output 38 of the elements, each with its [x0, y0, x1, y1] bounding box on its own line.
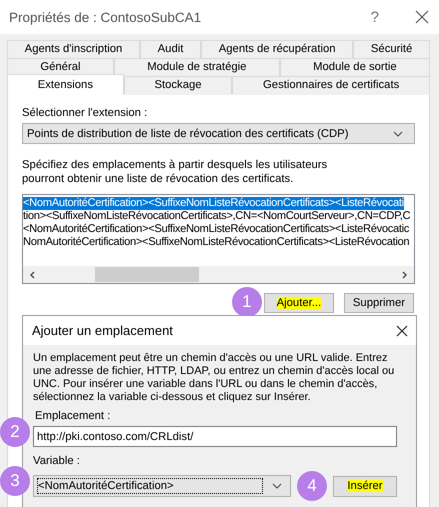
number-badge: 2	[0, 417, 30, 447]
tab[interactable]: Agents d'inscription	[7, 40, 140, 58]
window-title: Propriétés de : ContosoSubCA1	[9, 10, 202, 24]
insert-button[interactable]: Insérer	[333, 476, 397, 496]
description-text: Spécifiez des emplacements à partir desquels les utilisateurs pourront obtenir une liste de révocation des certificats.	[22, 158, 328, 186]
tab[interactable]: Stockage	[124, 76, 232, 94]
number-badge: 1	[232, 287, 262, 317]
list-item[interactable]: NomAutoritéCertification><SuffixeNomListeRévocationCertificats><ListeRévocation	[23, 236, 410, 249]
list-item[interactable]: tion><SuffixeNomListeRévocationCertificats>,CN=<NomCourtServeur>,CN=CDP,C	[23, 210, 410, 223]
list-item[interactable]: <NomAutoritéCertification><SuffixeNomListeRévocationCertificats><ListeRévocati	[23, 197, 404, 210]
tab[interactable]: Module de stratégie	[114, 58, 280, 76]
close-icon[interactable]	[396, 324, 408, 336]
scroll-right-icon[interactable]	[401, 270, 409, 278]
help-button[interactable]: ?	[370, 8, 379, 26]
variable-label: Variable :	[33, 455, 80, 467]
location-label: Emplacement :	[34, 410, 110, 422]
extension-label: Sélectionner l'extension :	[22, 107, 148, 119]
tab[interactable]: Audit	[140, 40, 202, 58]
extension-dropdown[interactable]: Points de distribution de liste de révocation des certificats (CDP)	[22, 123, 415, 144]
variable-dropdown[interactable]: <NomAutoritéCertification>	[33, 475, 291, 497]
tab[interactable]: Sécurité	[353, 40, 430, 58]
location-list[interactable]	[22, 194, 415, 284]
number-badge: 3	[0, 466, 30, 496]
tab[interactable]: Agents de récupération	[201, 40, 354, 58]
help-text: Un emplacement peut être un chemin d'accès ou une URL valide. Entrez une adresse de fichier, HTTP, LDAP, ou entrez un chemin d'accès local ou UNC. Pour insérer une variable dans l'URL ou dans le chemin d'accès, sélectionnez la variable ci-dessous et cliquez sur Insérer.	[33, 352, 396, 404]
location-field[interactable]: http://pki.contoso.com/CRLdist/	[33, 426, 397, 447]
tab[interactable]: Gestionnaires de certificats	[232, 76, 430, 94]
tab[interactable]: Extensions	[7, 74, 124, 95]
number-badge: 4	[297, 471, 327, 501]
remove-button[interactable]: Supprimer	[344, 293, 414, 313]
horizontal-scrollbar[interactable]	[23, 266, 414, 283]
close-icon[interactable]	[415, 10, 429, 24]
tab[interactable]: Module de sortie	[280, 58, 430, 76]
chevron-down-icon	[272, 483, 282, 489]
dialog-title: Ajouter un emplacement	[32, 323, 174, 338]
scroll-left-icon[interactable]	[28, 270, 36, 278]
list-item[interactable]: <NomAutoritéCertification><SuffixeNomListeRévocationCertificats><ListeRévocatic	[23, 223, 409, 236]
chevron-down-icon	[393, 130, 403, 136]
